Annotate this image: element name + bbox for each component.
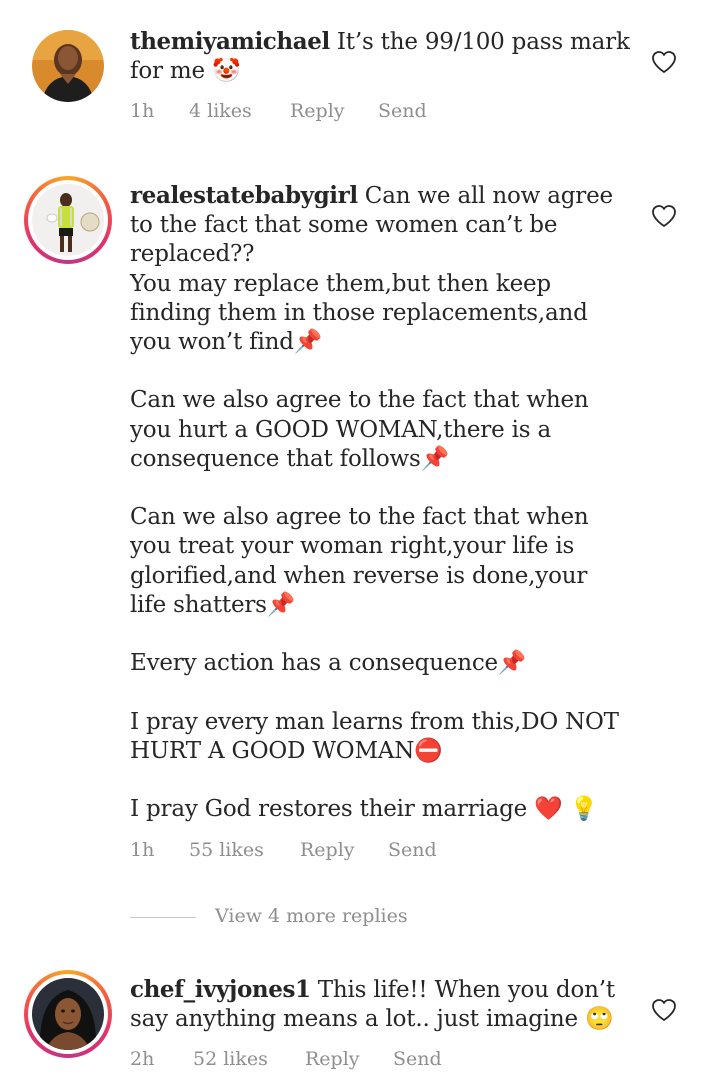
reply-button[interactable]: Reply: [290, 100, 345, 122]
comment-body-paragraph: Every action has a consequence📌: [130, 650, 527, 677]
comment-likes[interactable]: 4 likes: [189, 100, 252, 122]
comment-likes[interactable]: 52 likes: [193, 1048, 268, 1070]
avatar-wrap[interactable]: [24, 176, 112, 264]
heart-outline-icon[interactable]: [651, 50, 677, 74]
avatar-wrap[interactable]: [24, 970, 112, 1058]
reply-button[interactable]: Reply: [305, 1048, 360, 1070]
heart-outline-icon[interactable]: [651, 204, 677, 228]
avatar[interactable]: [32, 30, 104, 102]
comment-time: 2h: [130, 1048, 155, 1070]
view-more-replies[interactable]: View 4 more replies: [130, 905, 430, 931]
avatar-wrap[interactable]: [32, 30, 104, 102]
comment-likes[interactable]: 55 likes: [189, 839, 264, 861]
heart-outline-icon[interactable]: [651, 998, 677, 1022]
comment-text: realestatebabygirl Can we all now agree …: [130, 181, 630, 824]
send-button[interactable]: Send: [388, 839, 437, 861]
avatar-image: [32, 978, 104, 1050]
reply-button[interactable]: Reply: [300, 839, 355, 861]
comment-body-paragraph: Can we also agree to the fact that when …: [130, 387, 589, 472]
send-button[interactable]: Send: [393, 1048, 442, 1070]
comment-time: 1h: [130, 100, 155, 122]
avatar[interactable]: [32, 184, 104, 256]
comment-time: 1h: [130, 839, 155, 861]
avatar[interactable]: [32, 978, 104, 1050]
avatar-image: [32, 30, 104, 102]
comment-body-paragraph: I pray God restores their marriage ❤️ 💡: [130, 796, 599, 823]
comment-body-paragraph: You may replace them,but then keep findi…: [130, 270, 588, 356]
avatar-image: [32, 184, 104, 256]
comment-username[interactable]: themiyamichael: [130, 28, 330, 55]
send-button[interactable]: Send: [378, 100, 427, 122]
comment-username[interactable]: realestatebabygirl: [130, 182, 358, 209]
comment-text: themiyamichael It’s the 99/100 pass mark…: [130, 27, 630, 86]
comment-body-paragraph: Can we also agree to the fact that when …: [130, 504, 589, 618]
view-more-replies-label[interactable]: View 4 more replies: [215, 905, 408, 927]
comment-body-paragraph: I pray every man learns from this,DO NOT…: [130, 708, 619, 764]
replies-divider: [130, 917, 196, 918]
comment-text: chef_ivyjones1 This life!! When you don’…: [130, 975, 630, 1034]
comment-username[interactable]: chef_ivyjones1: [130, 976, 311, 1003]
